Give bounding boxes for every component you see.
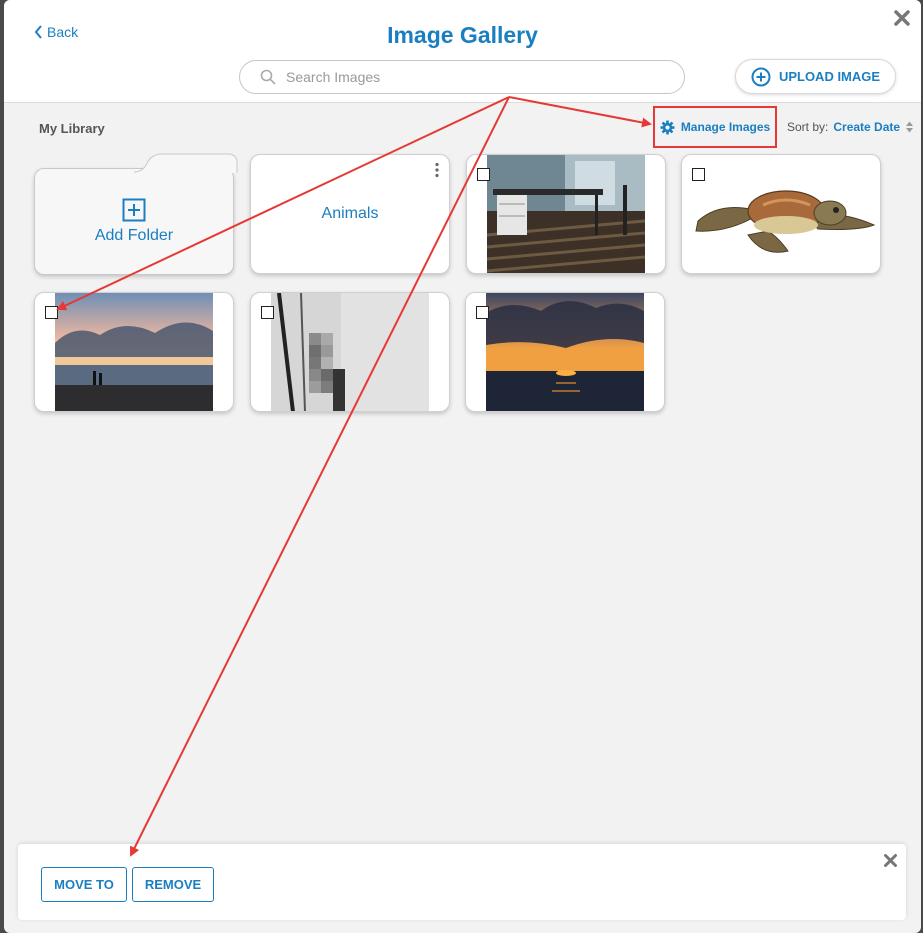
image-card-beach-sunset[interactable] [34, 292, 234, 412]
image-card-office[interactable] [466, 154, 666, 274]
bulk-action-bar: MOVE TO REMOVE [18, 844, 906, 920]
remove-button[interactable]: REMOVE [132, 867, 214, 902]
sort-control: Sort by: Create Date [787, 120, 914, 134]
gallery-header: Back Image Gallery UPLOAD IMAGE [4, 0, 921, 103]
ocean-sunset-photo [486, 293, 644, 411]
search-icon [260, 69, 276, 85]
sort-arrows-icon[interactable] [905, 120, 914, 134]
select-checkbox[interactable] [692, 168, 705, 181]
pixelated-wall-photo [271, 293, 429, 411]
close-icon[interactable] [893, 9, 911, 27]
plus-circle-icon [751, 67, 771, 86]
select-checkbox[interactable] [45, 306, 58, 319]
folder-animals-card[interactable]: Animals [250, 154, 450, 274]
search-box [239, 60, 685, 94]
add-folder-card[interactable]: Add Folder [34, 168, 234, 275]
page-title: Image Gallery [387, 22, 538, 48]
more-vertical-icon[interactable] [434, 162, 440, 178]
upload-label: UPLOAD IMAGE [778, 69, 881, 84]
image-gallery-modal: Back Image Gallery UPLOAD IMAGE My Libra… [4, 0, 921, 933]
folder-animals-label: Animals [321, 205, 379, 222]
select-checkbox[interactable] [261, 306, 274, 319]
office-desk-photo [487, 155, 645, 273]
upload-image-button[interactable]: UPLOAD IMAGE [735, 59, 896, 94]
select-checkbox[interactable] [477, 168, 490, 181]
move-to-button[interactable]: MOVE TO [41, 867, 127, 902]
search-input[interactable] [286, 69, 646, 85]
add-folder-label: Add Folder [94, 227, 174, 244]
sort-value[interactable]: Create Date [833, 120, 900, 134]
plus-square-icon [122, 198, 146, 222]
manage-images-label: Manage Images [680, 120, 771, 134]
manage-images-button[interactable]: Manage Images [653, 106, 777, 148]
gear-icon [660, 119, 675, 135]
folder-tab [134, 153, 238, 173]
select-checkbox[interactable] [476, 306, 489, 319]
image-card-wall[interactable] [250, 292, 450, 412]
image-card-ocean-sunset[interactable] [465, 292, 665, 412]
close-icon[interactable] [883, 853, 898, 868]
library-label: My Library [39, 121, 105, 136]
sort-label: Sort by: [787, 120, 829, 134]
sea-turtle-photo [695, 190, 876, 253]
image-card-turtle[interactable] [681, 154, 881, 274]
beach-sunset-photo [55, 293, 213, 411]
